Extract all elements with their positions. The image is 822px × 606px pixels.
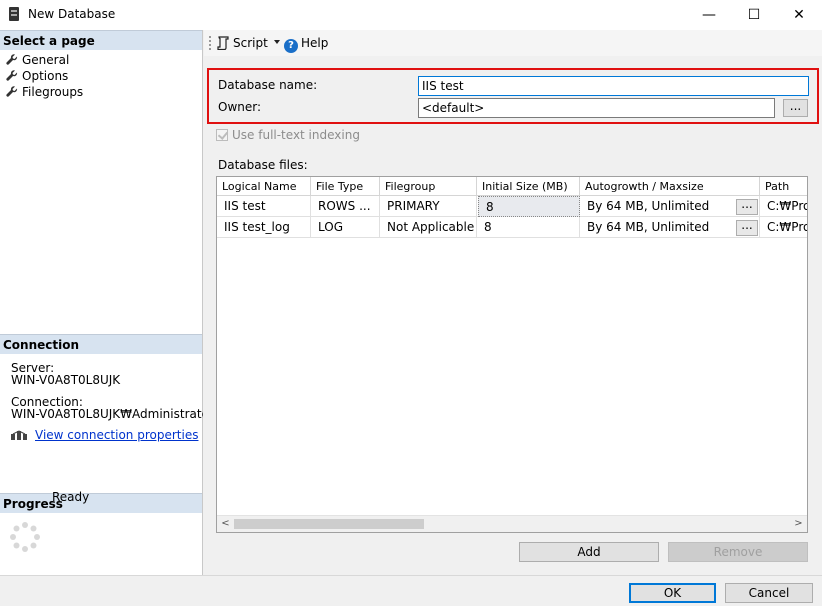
cell-initial-size[interactable]: 8: [477, 217, 580, 238]
cancel-button[interactable]: Cancel: [725, 583, 813, 603]
page-item-label: General: [22, 53, 70, 67]
remove-button[interactable]: Remove: [668, 542, 808, 562]
script-dropdown-arrow[interactable]: [274, 40, 280, 44]
checkbox-icon: [216, 129, 228, 141]
scroll-right-arrow[interactable]: >: [790, 516, 807, 532]
owner-browse-button[interactable]: ...: [783, 99, 808, 117]
page-item-options[interactable]: Options: [6, 68, 68, 84]
script-label: Script: [233, 36, 268, 50]
column-header-logical-name[interactable]: Logical Name: [217, 177, 311, 196]
table-row[interactable]: IIS test ROWS ... PRIMARY 8 By 64 MB, Un…: [217, 196, 807, 217]
fulltext-checkbox[interactable]: Use full-text indexing: [216, 128, 360, 142]
connection-value: WIN-V0A8T0L8UJK₩Administrator: [11, 408, 203, 421]
autogrowth-edit-button[interactable]: ...: [736, 219, 758, 236]
owner-label: Owner:: [218, 100, 262, 114]
page-item-label: Options: [22, 69, 69, 83]
database-files-grid[interactable]: Logical Name File Type Filegroup Initial…: [216, 176, 808, 533]
cell-autogrowth[interactable]: By 64 MB, Unlimited: [580, 196, 760, 217]
select-page-header: Select a page: [0, 30, 202, 50]
column-header-file-type[interactable]: File Type: [311, 177, 380, 196]
column-header-autogrowth[interactable]: Autogrowth / Maxsize: [580, 177, 760, 196]
cell-file-type[interactable]: LOG: [311, 217, 380, 238]
script-icon: [217, 36, 229, 51]
scroll-left-arrow[interactable]: <: [217, 516, 234, 532]
help-button[interactable]: ? Help: [284, 34, 329, 53]
database-name-label: Database name:: [218, 78, 318, 92]
dialog-footer: OK Cancel: [0, 575, 822, 606]
toolbar-grip[interactable]: [209, 36, 211, 50]
autogrowth-edit-button[interactable]: ...: [736, 198, 758, 215]
cell-path[interactable]: C:₩Pro: [760, 196, 807, 217]
cell-filegroup[interactable]: PRIMARY: [380, 196, 477, 217]
view-connection-properties-link[interactable]: View connection properties: [35, 428, 198, 442]
column-header-filegroup[interactable]: Filegroup: [380, 177, 477, 196]
grid-header: Logical Name File Type Filegroup Initial…: [217, 177, 807, 196]
owner-input[interactable]: <default>: [418, 98, 775, 118]
page-item-label: Filegroups: [22, 85, 84, 99]
script-button[interactable]: Script: [216, 34, 268, 52]
table-row[interactable]: IIS test_log LOG Not Applicable 8 By 64 …: [217, 217, 807, 238]
cell-filegroup[interactable]: Not Applicable: [380, 217, 477, 238]
page-item-filegroups[interactable]: Filegroups: [6, 84, 83, 100]
toolbar: Script ? Help: [204, 30, 822, 56]
cell-autogrowth[interactable]: By 64 MB, Unlimited: [580, 217, 760, 238]
close-button[interactable]: ✕: [776, 0, 822, 30]
database-name-input[interactable]: IIS test: [418, 76, 809, 96]
wrench-icon: [6, 86, 18, 97]
window-title: New Database: [28, 7, 116, 21]
cell-path[interactable]: C:₩Pro: [760, 217, 807, 238]
title-bar: New Database — ☐ ✕: [0, 0, 822, 30]
minimize-button[interactable]: —: [686, 0, 732, 30]
connection-header: Connection: [0, 334, 202, 354]
progress-spinner-icon: [10, 522, 40, 552]
help-label: Help: [301, 36, 329, 50]
cell-initial-size[interactable]: 8: [478, 196, 580, 217]
column-header-path[interactable]: Path: [760, 177, 807, 196]
cell-logical-name[interactable]: IIS test_log: [217, 217, 311, 238]
add-button[interactable]: Add: [519, 542, 659, 562]
scrollbar-thumb[interactable]: [234, 519, 424, 529]
connection-properties-icon: [11, 430, 27, 440]
left-pane: Select a page General Options Filegroups…: [0, 30, 203, 575]
horizontal-scrollbar[interactable]: < >: [217, 515, 807, 532]
wrench-icon: [6, 54, 18, 65]
column-header-initial-size[interactable]: Initial Size (MB): [477, 177, 580, 196]
server-value: WIN-V0A8T0L8UJK: [11, 373, 121, 387]
fulltext-label: Use full-text indexing: [232, 128, 360, 142]
progress-header: Progress: [0, 493, 202, 513]
page-item-general[interactable]: General: [6, 52, 69, 68]
cell-file-type[interactable]: ROWS ...: [311, 196, 380, 217]
wrench-icon: [6, 70, 18, 81]
database-app-icon: [9, 7, 19, 21]
progress-status: Ready: [52, 490, 90, 504]
ok-button[interactable]: OK: [629, 583, 716, 603]
cell-logical-name[interactable]: IIS test: [217, 196, 311, 217]
help-icon: ?: [284, 39, 298, 53]
maximize-button[interactable]: ☐: [731, 0, 777, 30]
database-files-label: Database files:: [218, 158, 308, 172]
